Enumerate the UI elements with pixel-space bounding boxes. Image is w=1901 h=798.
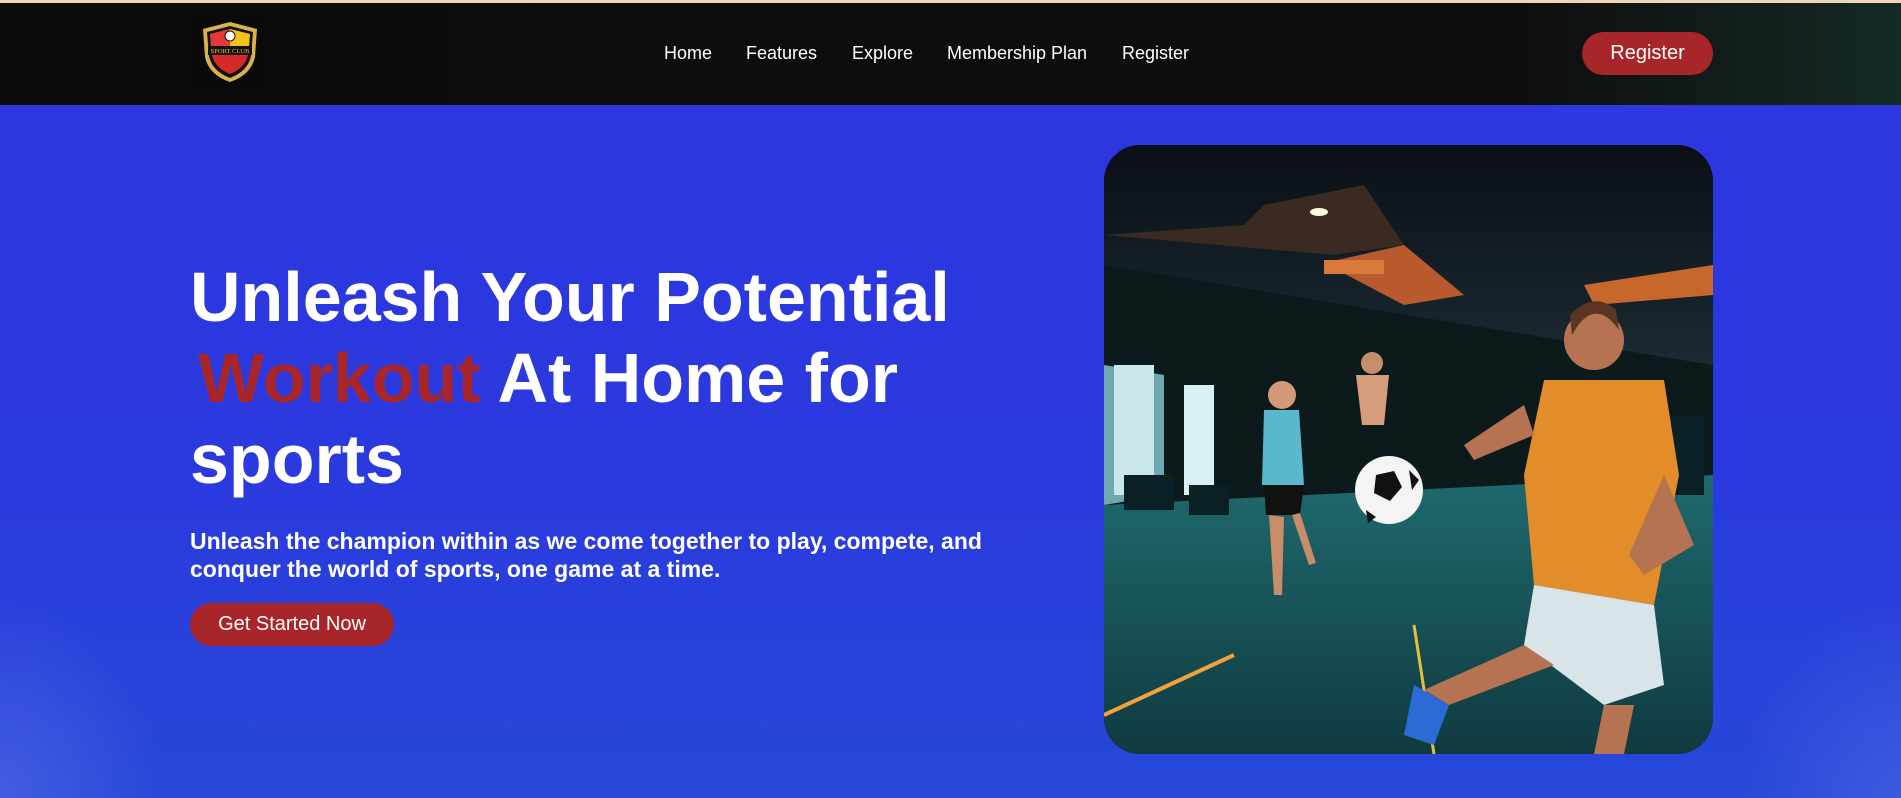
register-button[interactable]: Register: [1582, 32, 1713, 75]
logo-text: SPORT CLUB: [211, 48, 250, 55]
nav-home-link[interactable]: Home: [664, 43, 712, 64]
shield-logo-icon: SPORT CLUB: [203, 22, 257, 82]
nav-register-link[interactable]: Register: [1122, 43, 1189, 64]
nav-explore-link[interactable]: Explore: [852, 43, 913, 64]
hero-section: Unleash Your Potential Workout At Home f…: [0, 105, 1901, 798]
hero-title-line1: Unleash Your Potential: [190, 258, 950, 336]
nav-features-link[interactable]: Features: [746, 43, 817, 64]
hero-image: [1104, 145, 1713, 754]
soccer-gym-photo-icon: [1104, 145, 1713, 754]
hero-title: Unleash Your Potential Workout At Home f…: [190, 257, 1050, 500]
navbar: SPORT CLUB Home Features Explore Members…: [0, 3, 1901, 105]
site-logo[interactable]: SPORT CLUB: [190, 15, 270, 89]
get-started-button[interactable]: Get Started Now: [190, 603, 394, 646]
hero-title-accent: Workout: [198, 339, 481, 417]
nav-membership-plan-link[interactable]: Membership Plan: [947, 43, 1087, 64]
hero-subtitle: Unleash the champion within as we come t…: [190, 528, 982, 582]
